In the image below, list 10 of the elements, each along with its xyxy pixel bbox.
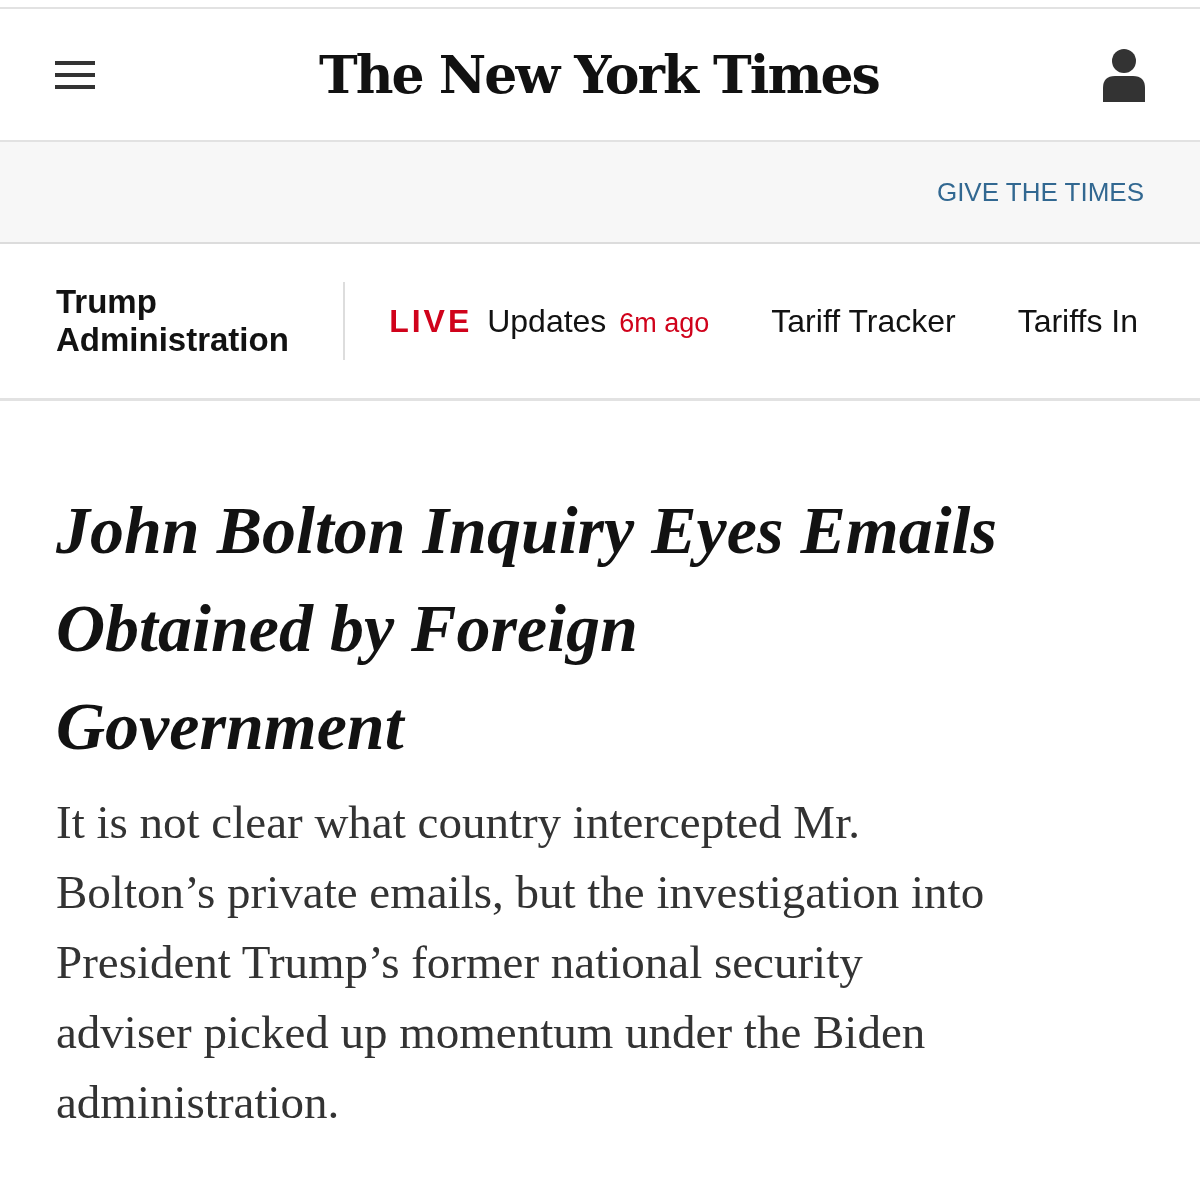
user-icon[interactable]	[1103, 47, 1145, 102]
summary: It is not clear what country intercepted Mr. Bolton’s private emails, but the investigation into President Trump’s former national security adviser picked up momentum under the Biden administration.	[56, 795, 986, 1130]
give-the-times-link[interactable]: GIVE THE TIMES	[936, 176, 1144, 208]
nav-link[interactable]: Tariffs In	[1017, 302, 1138, 340]
site-logo[interactable]: The New York Times	[319, 44, 879, 105]
menu-icon[interactable]	[55, 60, 95, 89]
live-updates-link[interactable]: LIVE Updates 6m ago	[389, 302, 710, 340]
section-link[interactable]: Trump Administration	[56, 283, 308, 359]
headline: John Bolton Inquiry Eyes Emails Obtained by Foreign Government	[56, 491, 998, 766]
nav-link[interactable]: Tariff Tracker	[771, 302, 956, 340]
